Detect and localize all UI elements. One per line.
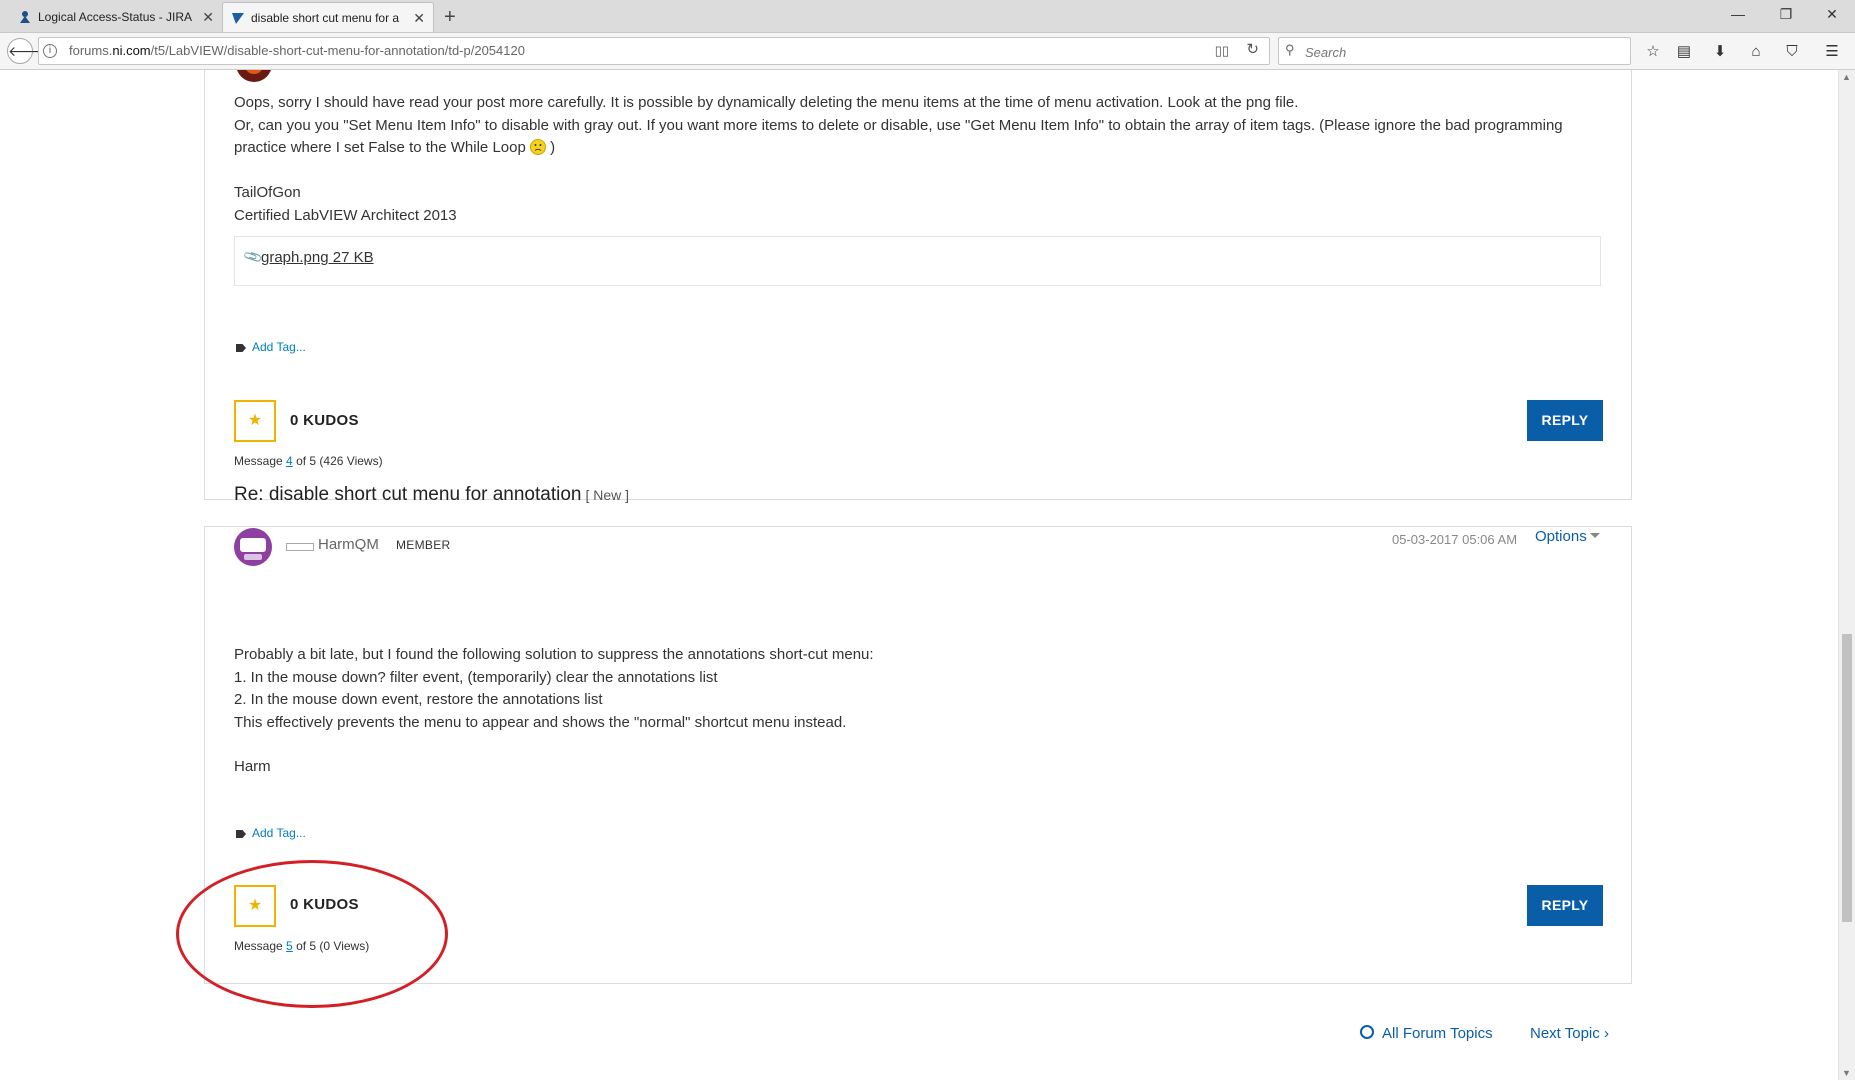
tab-title: Logical Access-Status - JIRA — [38, 10, 193, 24]
close-tab-icon[interactable]: ✕ — [202, 2, 214, 32]
kudo-star-button[interactable]: ★ — [234, 400, 276, 442]
kudos-count: 0 KUDOS — [290, 412, 359, 429]
search-bar[interactable]: ⚲ — [1278, 37, 1631, 65]
page-content: Oops, sorry I should have read your post… — [0, 70, 1838, 1080]
username-link[interactable]: HarmQM — [318, 536, 379, 553]
search-input[interactable] — [1303, 40, 1607, 64]
rank-icon — [286, 543, 314, 551]
url-text: forums.ni.com/t5/LabVIEW/disable-short-c… — [69, 43, 525, 58]
message-count: Message 4 of 5 (426 Views) — [234, 454, 383, 468]
tab-forum[interactable]: disable short cut menu for a ✕ — [222, 2, 434, 32]
tag-icon — [236, 344, 246, 352]
scrollbar-thumb[interactable] — [1842, 634, 1852, 922]
signature: Harm — [234, 758, 271, 775]
post-body: Oops, sorry I should have read your post… — [234, 94, 1563, 156]
tab-bar: Logical Access-Status - JIRA ✕ disable s… — [0, 0, 1855, 33]
jira-icon — [20, 11, 30, 23]
caret-down-icon — [1589, 533, 1600, 538]
post-date: 05-03-2017 05:06 AM — [1392, 532, 1518, 547]
ni-logo-icon — [232, 13, 244, 24]
add-tag-link[interactable]: Add Tag... — [236, 340, 306, 354]
restore-button[interactable]: ❐ — [1766, 0, 1806, 30]
user-role: MEMBER — [396, 538, 451, 552]
post-title: Re: disable short cut menu for annotatio… — [234, 484, 630, 505]
new-tab-button[interactable]: + — [444, 2, 456, 32]
close-window-button[interactable]: ✕ — [1812, 0, 1852, 30]
menu-icon[interactable]: ☰ — [1820, 41, 1844, 63]
info-icon[interactable]: i — [43, 44, 57, 58]
bookmark-star-icon[interactable]: ☆ — [1641, 41, 1665, 63]
reader-view-icon[interactable]: ▯▯ — [1215, 43, 1229, 59]
tab-title: disable short cut menu for a — [251, 11, 400, 25]
star-icon: ★ — [247, 412, 263, 429]
next-topic-link[interactable]: Next Topic › — [1530, 1025, 1609, 1042]
message-number-link[interactable]: 4 — [286, 454, 293, 468]
reload-icon[interactable]: ↻ — [1246, 40, 1259, 58]
nav-bar: 🡐 i forums.ni.com/t5/LabVIEW/disable-sho… — [0, 33, 1855, 70]
reply-button[interactable]: REPLY — [1527, 885, 1603, 926]
attachment-link[interactable]: graph.png 27 KB — [261, 249, 374, 266]
scroll-down-icon[interactable]: ▼ — [1842, 1068, 1851, 1078]
back-button[interactable]: 🡐 — [7, 38, 46, 64]
signature: TailOfGon Certified LabVIEW Architect 20… — [234, 184, 457, 224]
tag-icon — [236, 830, 246, 838]
close-tab-icon[interactable]: ✕ — [413, 3, 425, 32]
avatar[interactable] — [234, 528, 272, 566]
search-icon: ⚲ — [1285, 42, 1295, 57]
new-badge: [ New ] — [585, 487, 630, 503]
scrollbar[interactable]: ▲ ▼ — [1838, 70, 1855, 1080]
all-forum-topics-link[interactable]: All Forum Topics — [1360, 1025, 1493, 1042]
add-tag-link[interactable]: Add Tag... — [236, 826, 306, 840]
options-dropdown[interactable]: Options — [1535, 528, 1600, 545]
attachment-box: 📎 graph.png 27 KB — [234, 236, 1601, 286]
post-body: Probably a bit late, but I found the fol… — [234, 646, 874, 731]
url-bar[interactable]: i forums.ni.com/t5/LabVIEW/disable-short… — [38, 37, 1270, 65]
minimize-button[interactable]: — — [1718, 0, 1758, 30]
home-icon[interactable]: ⌂ — [1744, 41, 1768, 63]
download-icon[interactable]: ⬇ — [1708, 41, 1732, 63]
scroll-up-icon[interactable]: ▲ — [1842, 72, 1851, 82]
pocket-icon[interactable]: ⛉ — [1780, 41, 1804, 63]
annotation-circle — [176, 860, 448, 1008]
chevron-right-icon: › — [1603, 1025, 1609, 1042]
sad-emoji-icon — [529, 139, 546, 155]
circle-icon — [1360, 1025, 1374, 1039]
tab-jira[interactable]: Logical Access-Status - JIRA ✕ — [10, 2, 222, 32]
reply-button[interactable]: REPLY — [1527, 400, 1603, 441]
reading-list-icon[interactable]: ▤ — [1672, 41, 1696, 63]
